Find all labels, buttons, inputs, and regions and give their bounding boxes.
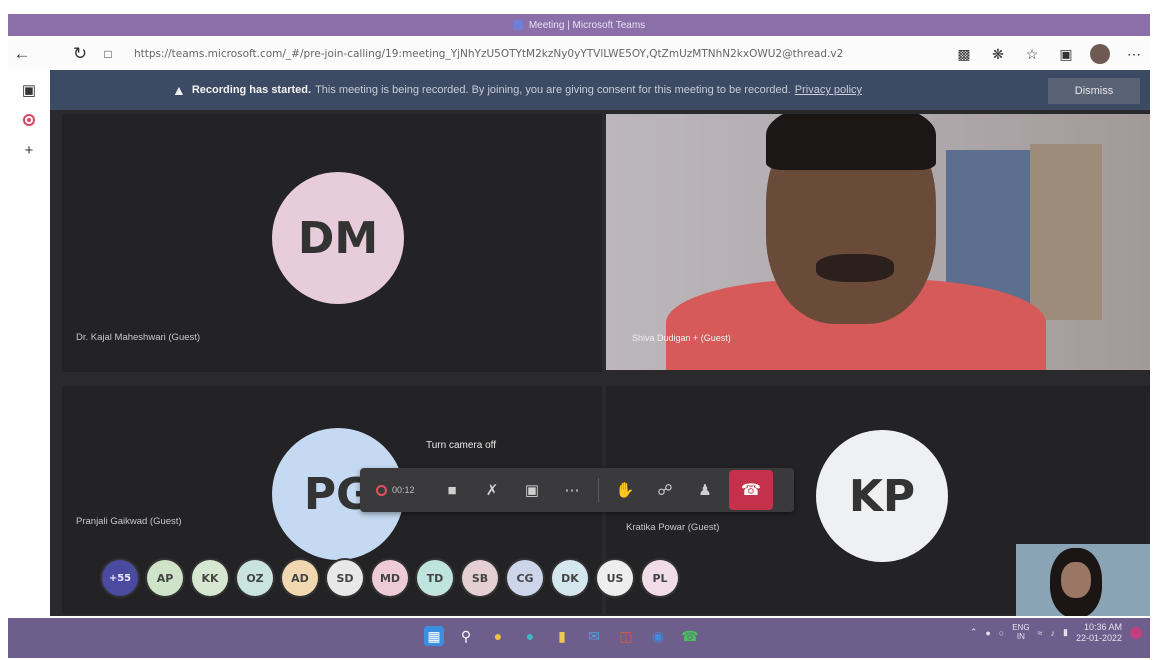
clock-time: 10:36 AM xyxy=(1083,622,1122,632)
video-hair-shape xyxy=(766,114,936,170)
participant-avatar-chip[interactable]: MD xyxy=(372,560,408,596)
battery-icon[interactable]: ▮ xyxy=(1063,627,1068,638)
participant-avatar-chip[interactable]: CG xyxy=(507,560,543,596)
notification-icon[interactable] xyxy=(1130,626,1142,639)
camera-tooltip: Turn camera off xyxy=(426,440,497,451)
browser-side-rail: ▣ + xyxy=(8,70,50,616)
privacy-policy-link[interactable]: Privacy policy xyxy=(795,84,862,96)
camera-icon[interactable]: ■ xyxy=(432,470,472,510)
start-icon[interactable]: ▦ xyxy=(424,626,444,646)
participant-video-tile[interactable]: Shiva Dudigan + (Guest) xyxy=(606,114,1150,370)
whatsapp-icon[interactable]: ☎ xyxy=(680,626,700,646)
system-tray: ⌃ ● ○ ENG IN ≈ ♪ ▮ 10:36 AM 22-01-2022 xyxy=(970,622,1142,644)
clock[interactable]: 10:36 AM 22-01-2022 xyxy=(1076,622,1122,644)
avatar: KP xyxy=(816,430,948,562)
video-beard-shape xyxy=(816,254,894,282)
url-field[interactable]: https://teams.microsoft.com/_#/pre-join-… xyxy=(134,48,854,60)
participant-name: Pranjali Gaikwad (Guest) xyxy=(76,516,182,527)
region-code: IN xyxy=(1016,631,1025,641)
windows-taskbar: ▦ ⚲ ● ● ▮ ✉ ◫ ◉ ☎ ⌃ ● ○ ENG IN ≈ ♪ ▮ 10:… xyxy=(8,618,1150,658)
share-screen-icon[interactable]: ▣ xyxy=(512,470,552,510)
file-explorer-icon[interactable]: ▮ xyxy=(552,626,572,646)
participant-name: Shiva Dudigan + (Guest) xyxy=(632,333,731,343)
participant-avatar-chip[interactable]: SB xyxy=(462,560,498,596)
recording-banner: ▲ Recording has started. This meeting is… xyxy=(50,70,1150,110)
recording-indicator-icon xyxy=(370,470,392,510)
taskbar-apps: ▦ ⚲ ● ● ▮ ✉ ◫ ◉ ☎ xyxy=(424,626,700,646)
chrome-icon[interactable]: ● xyxy=(488,626,508,646)
add-tab-icon[interactable]: + xyxy=(19,140,39,160)
participant-avatar-chip[interactable]: OZ xyxy=(237,560,273,596)
participant-name: Dr. Kajal Maheshwari (Guest) xyxy=(76,332,201,343)
screen: Meeting | Microsoft Teams ← ↻ □ https://… xyxy=(0,0,1154,660)
video-curtain-shape xyxy=(1030,144,1102,320)
mail-icon[interactable]: ✉ xyxy=(584,626,604,646)
self-face-shape xyxy=(1061,562,1091,598)
avatar: DM xyxy=(272,172,404,304)
warning-icon: ▲ xyxy=(172,82,186,98)
participant-avatar-chip[interactable]: US xyxy=(597,560,633,596)
dismiss-button[interactable]: Dismiss xyxy=(1048,78,1140,104)
participant-avatar-chip[interactable]: DK xyxy=(552,560,588,596)
window-title-bar: Meeting | Microsoft Teams xyxy=(8,14,1150,36)
window-title: Meeting | Microsoft Teams xyxy=(528,19,646,31)
recording-banner-title: Recording has started. xyxy=(191,84,312,96)
separator xyxy=(598,478,599,502)
participant-avatar-chip[interactable]: SD xyxy=(327,560,363,596)
more-menu-icon[interactable]: ⋯ xyxy=(1124,44,1144,64)
app-icon[interactable]: ◉ xyxy=(648,626,668,646)
participant-avatar-chip[interactable]: AD xyxy=(282,560,318,596)
teams-logo-icon xyxy=(512,20,523,30)
participant-name: Kratika Powar (Guest) xyxy=(626,522,720,533)
chevron-up-icon[interactable]: ⌃ xyxy=(970,627,978,638)
more-participants-chip[interactable]: +55 xyxy=(102,560,138,596)
participant-avatar-chip[interactable]: PL xyxy=(642,560,678,596)
call-timer: 00:12 xyxy=(392,485,415,495)
wifi-icon[interactable]: ≈ xyxy=(1038,628,1043,638)
tray-app-icon[interactable]: ○ xyxy=(999,628,1004,638)
extensions-icon[interactable]: ❋ xyxy=(988,44,1008,64)
raise-hand-icon[interactable]: ✋ xyxy=(605,470,645,510)
favorites-icon[interactable]: ☆ xyxy=(1022,44,1042,64)
leave-call-button[interactable]: ☎ xyxy=(729,470,773,510)
participant-avatar-chip[interactable]: AP xyxy=(147,560,183,596)
lock-icon[interactable]: □ xyxy=(94,40,122,68)
tab-actions-icon[interactable]: ▣ xyxy=(19,80,39,100)
address-bar: ← ↻ □ https://teams.microsoft.com/_#/pre… xyxy=(8,38,1150,70)
participants-icon[interactable]: ♟ xyxy=(685,470,725,510)
profile-avatar[interactable] xyxy=(1090,44,1110,64)
chat-icon[interactable]: ☍ xyxy=(645,470,685,510)
search-icon[interactable]: ⚲ xyxy=(456,626,476,646)
more-actions-icon[interactable]: ⋯ xyxy=(552,470,592,510)
refresh-icon[interactable]: ↻ xyxy=(66,40,94,68)
call-control-bar: 00:12 ■ ✗ ▣ ⋯ ✋ ☍ ♟ ☎ xyxy=(360,468,794,512)
language-indicator[interactable]: ENG IN xyxy=(1012,623,1029,642)
back-arrow-icon[interactable]: ← xyxy=(8,40,36,68)
browser-toolbar: ▩ ❋ ☆ ▣ ⋯ xyxy=(954,44,1150,64)
recording-banner-message: This meeting is being recorded. By joini… xyxy=(315,84,791,96)
participant-tile-dm[interactable]: DM Dr. Kajal Maheshwari (Guest) xyxy=(62,114,602,372)
volume-icon[interactable]: ♪ xyxy=(1051,628,1056,638)
edge-icon[interactable]: ● xyxy=(520,626,540,646)
read-aloud-icon[interactable]: ▩ xyxy=(954,44,974,64)
self-video-preview[interactable] xyxy=(1016,544,1150,616)
tray-app-icon[interactable]: ● xyxy=(985,628,990,638)
office-icon[interactable]: ◫ xyxy=(616,626,636,646)
meeting-stage: ▲ Recording has started. This meeting is… xyxy=(50,70,1150,616)
collections-icon[interactable]: ▣ xyxy=(1056,44,1076,64)
participant-strip: +55 AP KK OZ AD SD MD TD SB CG DK US PL xyxy=(102,560,678,596)
mic-muted-icon[interactable]: ✗ xyxy=(472,470,512,510)
clock-date: 22-01-2022 xyxy=(1075,632,1122,643)
recording-tab-icon[interactable] xyxy=(19,110,39,130)
participant-avatar-chip[interactable]: KK xyxy=(192,560,228,596)
participant-avatar-chip[interactable]: TD xyxy=(417,560,453,596)
